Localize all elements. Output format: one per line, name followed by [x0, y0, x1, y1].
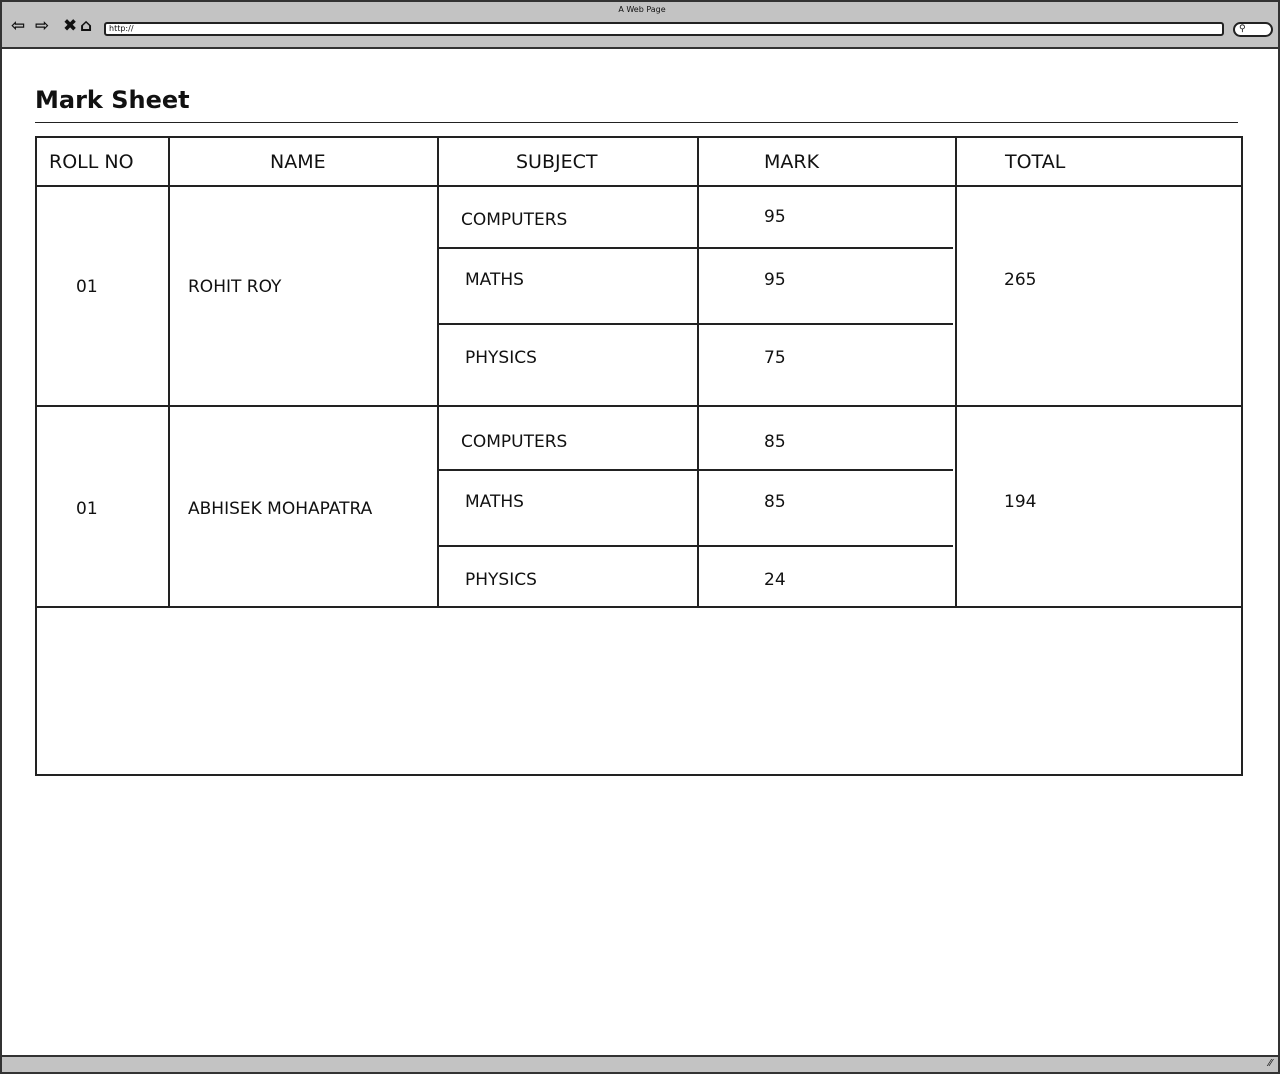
mark-cell: 95: [764, 207, 786, 227]
subject-cell: PHYSICS: [465, 570, 537, 590]
header-roll-no: ROLL NO: [49, 151, 134, 173]
back-arrow-icon[interactable]: ⇦: [11, 17, 25, 35]
row-divider: [35, 606, 1243, 608]
row-divider: [35, 405, 1243, 407]
resize-grip-icon[interactable]: ⁄⁄: [1269, 1058, 1272, 1069]
subject-cell: MATHS: [465, 270, 524, 290]
forward-arrow-icon[interactable]: ⇨: [35, 17, 49, 35]
url-input[interactable]: http://: [104, 22, 1224, 36]
total-cell: 265: [1004, 270, 1037, 290]
header-total: TOTAL: [1005, 151, 1066, 173]
subject-cell: PHYSICS: [465, 348, 537, 368]
row-divider: [35, 185, 1243, 187]
browser-toolbar: A Web Page ⇦ ⇨ ✖ ⌂ http:// ⚲: [0, 0, 1280, 49]
column-divider: [955, 136, 957, 606]
mark-cell: 95: [764, 270, 786, 290]
subrow-divider: [438, 247, 953, 249]
total-cell: 194: [1004, 492, 1037, 512]
column-divider: [168, 136, 170, 606]
header-subject: SUBJECT: [516, 151, 598, 173]
search-button[interactable]: ⚲: [1233, 22, 1273, 37]
subject-cell: COMPUTERS: [461, 210, 568, 230]
roll-no-cell: 01: [76, 277, 98, 297]
home-icon[interactable]: ⌂: [80, 17, 92, 35]
search-icon: ⚲: [1239, 24, 1246, 34]
mark-cell: 85: [764, 432, 786, 452]
subrow-divider: [438, 323, 953, 325]
subrow-divider: [438, 469, 953, 471]
close-x-icon[interactable]: ✖: [63, 17, 77, 35]
window-title: A Web Page: [618, 5, 666, 14]
roll-no-cell: 01: [76, 499, 98, 519]
status-bar: ⁄⁄: [0, 1055, 1280, 1074]
mark-sheet-table: [35, 136, 1243, 776]
column-divider: [437, 136, 439, 606]
subrow-divider: [438, 545, 953, 547]
name-cell: ABHISEK MOHAPATRA: [188, 499, 373, 519]
mark-cell: 75: [764, 348, 786, 368]
mark-cell: 24: [764, 570, 786, 590]
mark-cell: 85: [764, 492, 786, 512]
page-title: Mark Sheet: [35, 86, 190, 114]
subject-cell: MATHS: [465, 492, 524, 512]
column-divider: [697, 136, 699, 606]
name-cell: ROHIT ROY: [188, 277, 282, 297]
divider: [35, 122, 1238, 123]
header-name: NAME: [270, 151, 326, 173]
header-mark: MARK: [764, 151, 820, 173]
subject-cell: COMPUTERS: [461, 432, 568, 452]
